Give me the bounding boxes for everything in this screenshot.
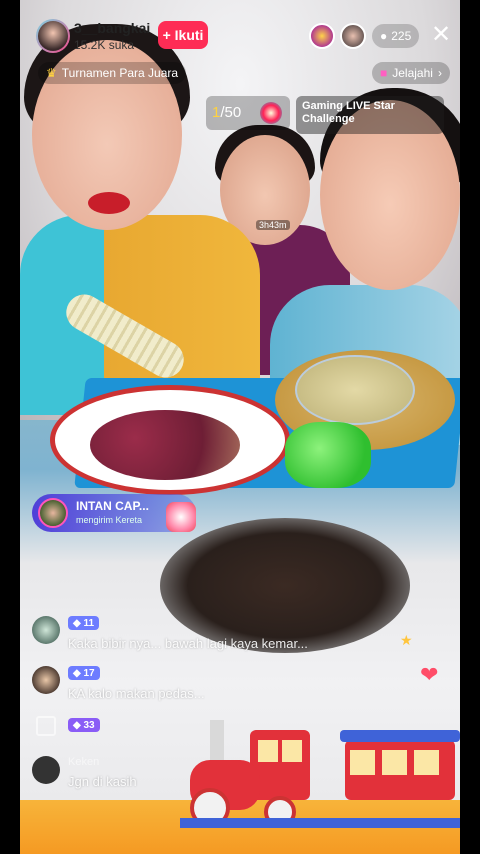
level-value: 17 <box>83 667 95 679</box>
follow-label: Ikuti <box>174 27 204 43</box>
close-icon[interactable]: ✕ <box>428 22 454 48</box>
live-header: 3__bangkai 15.2K suka + Ikuti ● 225 ✕ <box>32 14 452 58</box>
level-badge: ◆ 11 <box>68 616 100 630</box>
level-badge: ◆ 33 <box>68 718 100 732</box>
grapes-and-eggs <box>90 410 240 480</box>
host-avatar[interactable] <box>36 19 70 53</box>
heart-icon[interactable]: ❤ <box>420 664 444 686</box>
host-likes: 15.2K suka <box>74 38 135 52</box>
challenge-title: Gaming LIVE Star Challenge <box>302 100 395 125</box>
rank-text: 1/50 <box>212 104 241 121</box>
chevron-right-icon: › <box>437 66 442 80</box>
green-jelly <box>285 422 371 488</box>
gifter-avatar[interactable] <box>38 498 68 528</box>
top-viewer-avatar-2[interactable] <box>340 23 366 49</box>
person-icon: ● <box>380 29 388 43</box>
explore-dot-icon: ■ <box>380 66 388 80</box>
viewer-count[interactable]: ● 225 <box>372 24 420 48</box>
explore-label: Jelajahi <box>392 66 433 80</box>
viewer-count-value: 225 <box>391 29 412 43</box>
rank-timer: 3h43m <box>256 220 290 230</box>
top-viewer-avatar-1[interactable] <box>309 23 335 49</box>
chat-text: Kaka bibir nya... bawah lagi kaya kemar.… <box>68 636 308 651</box>
chat-avatar[interactable] <box>32 616 60 644</box>
gift-icon <box>166 502 196 532</box>
train-gift-animation <box>180 720 460 828</box>
sambal-mortar <box>160 518 410 653</box>
noodle-bowl <box>295 355 415 425</box>
level-value: 33 <box>83 719 95 731</box>
chat-avatar[interactable] <box>32 666 60 694</box>
host-avatar-image <box>38 21 68 51</box>
plus-icon: + <box>162 27 175 43</box>
rank-badge-icon <box>260 102 282 124</box>
rank-total: /50 <box>220 104 242 121</box>
follow-button[interactable]: + Ikuti <box>158 21 208 49</box>
tournament-chip[interactable]: ♛ Turnamen Para Juara <box>38 62 187 84</box>
tournament-label: Turnamen Para Juara <box>61 66 179 80</box>
gifter-name: INTAN CAP... <box>76 499 149 513</box>
gift-description: mengirim Kereta <box>76 515 143 525</box>
system-icon <box>36 716 56 736</box>
chat-avatar[interactable] <box>32 756 60 784</box>
chat-text: Jgn di kasih <box>68 774 137 789</box>
chat-text: KA kalo makan pedas... <box>68 686 205 701</box>
chat-username: Keken <box>68 756 100 768</box>
host-username[interactable]: 3__bangkai <box>74 20 150 36</box>
rank-widget[interactable]: 1/50 3h43m <box>206 96 290 230</box>
person-left-lips <box>88 192 130 214</box>
star-sticker-icon: ★ <box>400 632 413 648</box>
crown-icon: ♛ <box>46 66 57 80</box>
level-value: 11 <box>83 617 95 629</box>
level-badge: ◆ 17 <box>68 666 100 680</box>
gaming-challenge-banner[interactable]: Gaming LIVE Star Challenge <box>296 96 444 134</box>
explore-chip[interactable]: ■ Jelajahi › <box>372 62 450 84</box>
